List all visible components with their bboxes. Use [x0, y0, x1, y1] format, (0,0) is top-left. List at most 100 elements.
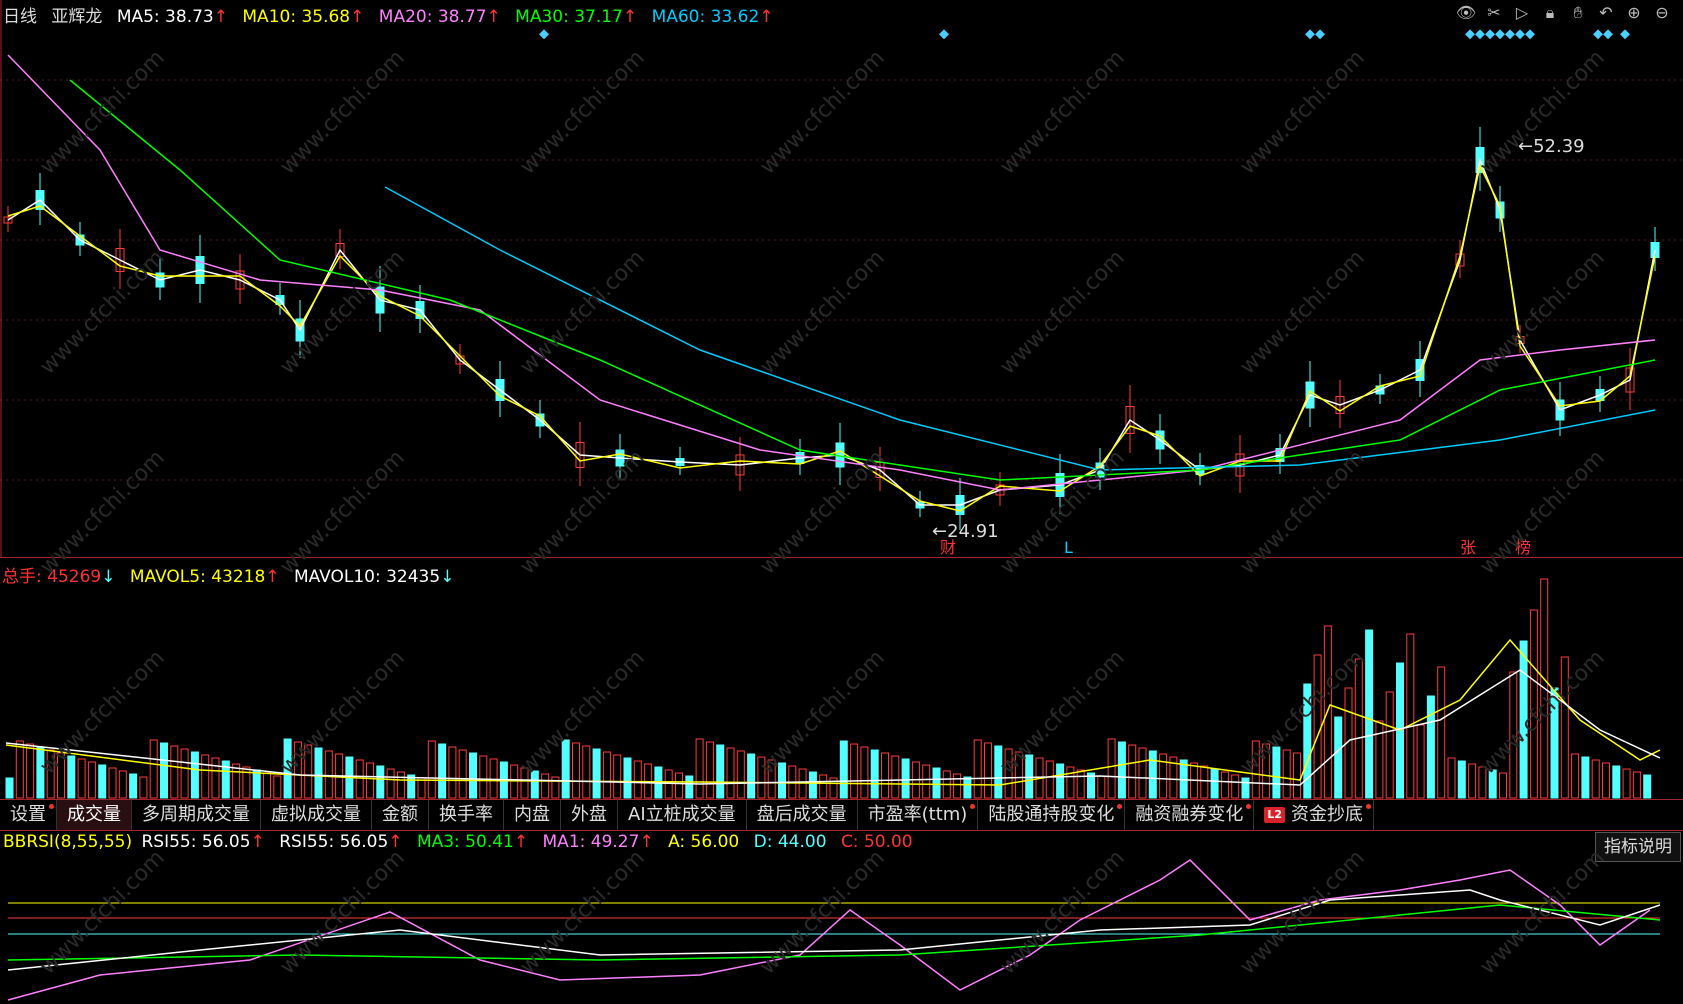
tab-fund-bottom[interactable]: L2 资金抄底 [1254, 800, 1374, 830]
volume-bar [1591, 759, 1600, 799]
event-marker [1505, 29, 1515, 40]
tab-amount[interactable]: 金额 [372, 800, 429, 830]
ma1-value: MA1: 49.27↑ [543, 832, 654, 852]
event-marker [939, 29, 949, 40]
volume-bar [1231, 774, 1240, 799]
ma1-text: MA1: 49.27 [542, 832, 640, 852]
volume-bar [1014, 751, 1023, 799]
event-marker [1485, 29, 1495, 40]
event-marker [1525, 29, 1535, 40]
mavol5-text: MAVOL5: 43218 [129, 567, 266, 587]
tab-margin-trading[interactable]: 融资融券变化 [1125, 800, 1255, 830]
volume-bar [767, 759, 776, 799]
tab-turnover[interactable]: 换手率 [429, 800, 504, 830]
volume-bar [705, 741, 714, 799]
volume-bar [87, 761, 96, 799]
zoom-in-icon[interactable]: ⊕ [1623, 2, 1645, 24]
volume-bar [819, 774, 828, 799]
tab-multi-period-volume[interactable]: 多周期成交量 [132, 800, 261, 830]
indicator-name[interactable]: BBRSI(8,55,55) [3, 832, 132, 852]
tab-label: 换手率 [439, 804, 493, 825]
volume-bar [994, 745, 1003, 799]
volume-bar [592, 748, 601, 799]
volume-bar [98, 764, 107, 799]
hand-icon[interactable]: ✋︎ [1567, 2, 1589, 24]
down-arrow-icon: ↓ [101, 567, 116, 587]
ma3-text: MA3: 50.41 [416, 832, 514, 852]
ma1-line [7, 859, 1651, 1001]
volume-bar [561, 739, 570, 799]
event-marker [1475, 29, 1485, 40]
total-volume-text: 总手: 45269 [2, 567, 102, 587]
tab-label: AI立桩成交量 [628, 804, 736, 825]
volume-bar [180, 748, 189, 799]
event-marker [1305, 29, 1315, 40]
volume-bar [839, 740, 848, 799]
volume-bar [1571, 753, 1580, 799]
volume-bar [685, 775, 694, 799]
volume-bar [953, 773, 962, 799]
volume-bar [870, 749, 879, 799]
volume-bar [1117, 741, 1126, 799]
volume-bar [860, 746, 869, 799]
tab-settings[interactable]: 设置 [0, 800, 57, 830]
volume-bar [1066, 766, 1075, 799]
up-arrow-icon: ↑ [265, 567, 280, 587]
tab-volume[interactable]: 成交量 [57, 800, 132, 830]
volume-bar [613, 754, 622, 799]
notify-dot [970, 804, 976, 809]
notify-dot [49, 804, 54, 809]
tab-label: 市盈率(ttm) [867, 804, 968, 825]
c-value: C: 50.00 [840, 832, 913, 852]
chart-canvas[interactable]: ←52.39←24.91财 L 张榜 [0, 0, 1683, 1004]
volume-bar [438, 743, 447, 799]
total-volume: 总手: 45269↓ [2, 567, 115, 587]
event-marker [1465, 29, 1475, 40]
notify-dot [1246, 804, 1252, 809]
volume-bar [541, 773, 550, 799]
tab-ai-volume[interactable]: AI立桩成交量 [618, 800, 747, 830]
volume-bar [407, 774, 416, 799]
tab-outer[interactable]: 外盘 [561, 800, 618, 830]
volume-bar [1632, 771, 1641, 799]
volume-bar [1004, 748, 1013, 799]
volume-bar [1416, 724, 1425, 799]
tab-inner[interactable]: 内盘 [504, 800, 561, 830]
lock-icon[interactable]: 🔒︎ [1539, 2, 1561, 24]
indicator-explain-button[interactable]: 指标说明 [1595, 832, 1681, 862]
volume-bar [963, 776, 972, 799]
rsi55a-value: RSI55: 56.05↑ [142, 832, 265, 852]
volume-bar [1138, 747, 1147, 799]
play-icon[interactable]: ▷ [1511, 2, 1533, 24]
volume-bar [479, 755, 488, 799]
volume-bar [891, 755, 900, 799]
volume-bar [1612, 765, 1621, 799]
volume-bar [324, 750, 333, 799]
zoom-out-icon[interactable]: ⊖ [1651, 2, 1673, 24]
volume-bar [973, 739, 982, 799]
period-label[interactable]: 日线 [3, 7, 37, 27]
volume-header: 总手: 45269↓ MAVOL5: 43218↑ MAVOL10: 32435… [2, 562, 463, 587]
volume-bar [190, 751, 199, 799]
volume-bar [633, 760, 642, 799]
volume-bar [1447, 757, 1456, 799]
volume-bar [530, 770, 539, 799]
volume-bar [623, 757, 632, 799]
scissors-icon[interactable]: ✂ [1483, 2, 1505, 24]
undo-icon[interactable]: ↶ [1595, 2, 1617, 24]
tab-after-hours-volume[interactable]: 盘后成交量 [746, 800, 858, 830]
ma5-text: MA5: 38.73 [116, 7, 214, 27]
up-arrow-icon: ↑ [388, 832, 403, 852]
tab-virtual-volume[interactable]: 虚拟成交量 [261, 800, 372, 830]
eye-icon[interactable]: 👁 [1455, 2, 1477, 24]
tab-northbound-holdings[interactable]: 陆股通持股变化 [978, 800, 1126, 830]
tab-pe-ttm[interactable]: 市盈率(ttm) [857, 800, 979, 830]
volume-bar [26, 743, 35, 799]
ma60-value: MA60: 33.62↑ [652, 7, 774, 27]
volume-bar [273, 775, 282, 799]
mavol5-value: MAVOL5: 43218↑ [130, 567, 280, 587]
volume-bar [118, 770, 127, 799]
up-arrow-icon: ↑ [639, 832, 654, 852]
volume-bar [1128, 744, 1137, 799]
volume-bar [1220, 771, 1229, 799]
